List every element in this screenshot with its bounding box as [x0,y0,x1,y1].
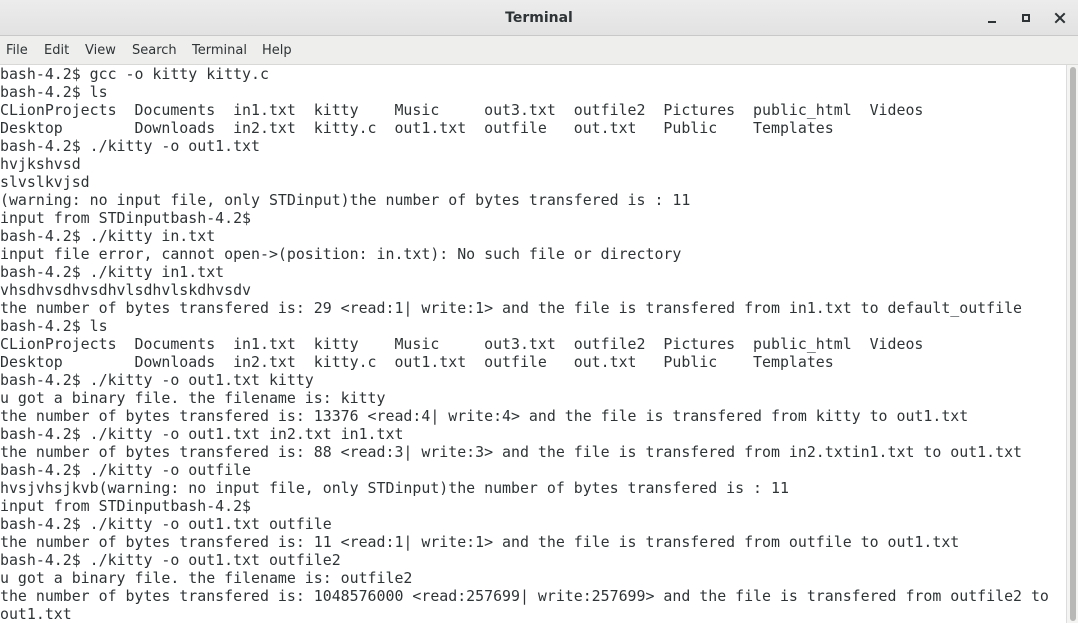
scrollbar-thumb[interactable] [1070,67,1076,621]
menu-help[interactable]: Help [262,36,292,65]
terminal-output[interactable]: bash-4.2$ gcc -o kitty kitty.c bash-4.2$… [0,65,1066,623]
terminal-line: input from STDinputbash-4.2$ [0,497,252,515]
terminal-line: u got a binary file. the filename is: ki… [0,389,386,407]
terminal-line: bash-4.2$ ./kitty -o out1.txt outfile2 [0,551,341,569]
terminal-line: Desktop Downloads in2.txt kitty.c out1.t… [0,353,834,371]
terminal-line: the number of bytes transfered is: 10485… [0,587,1049,605]
menu-terminal[interactable]: Terminal [192,36,247,65]
window-title: Terminal [505,10,573,26]
terminal-line: bash-4.2$ ./kitty -o out1.txt in2.txt in… [0,425,404,443]
maximize-icon [1022,14,1030,22]
terminal-line: bash-4.2$ ./kitty -o out1.txt [0,137,260,155]
terminal-line: the number of bytes transfered is: 29 <r… [0,299,1023,317]
terminal-line: (warning: no input file, only STDinput)t… [0,191,691,209]
title-bar[interactable]: Terminal [0,0,1078,36]
menu-file[interactable]: File [6,36,28,65]
terminal-line: vhsdhvsdhvsdhvlsdhvlskdhvsdv [0,281,252,299]
terminal-line: Desktop Downloads in2.txt kitty.c out1.t… [0,119,834,137]
minimize-icon [988,21,996,23]
terminal-line: bash-4.2$ ls [0,317,108,335]
maximize-button[interactable] [1012,4,1040,32]
menu-edit[interactable]: Edit [44,36,69,65]
menu-search[interactable]: Search [132,36,177,65]
terminal-line: CLionProjects Documents in1.txt kitty Mu… [0,101,924,119]
terminal-line: bash-4.2$ ./kitty in1.txt [0,263,225,281]
close-button[interactable] [1046,4,1074,32]
terminal-line: the number of bytes transfered is: 13376… [0,407,969,425]
terminal-line: bash-4.2$ ./kitty -o outfile [0,461,252,479]
menu-view[interactable]: View [85,36,116,65]
minimize-button[interactable] [978,4,1006,32]
terminal-line: hvjkshvsd [0,155,81,173]
terminal-line: bash-4.2$ ./kitty -o out1.txt outfile [0,515,332,533]
vertical-scrollbar[interactable] [1066,65,1078,623]
terminal-line: bash-4.2$ ./kitty in.txt [0,227,216,245]
terminal-line: bash-4.2$ ls [0,83,108,101]
terminal-line: input from STDinputbash-4.2$ [0,209,252,227]
terminal-line: CLionProjects Documents in1.txt kitty Mu… [0,335,924,353]
terminal-window: Terminal File Edit View Search Terminal … [0,0,1078,623]
terminal-line: input file error, cannot open->(position… [0,245,682,263]
menu-bar: File Edit View Search Terminal Help [0,36,1078,65]
terminal-line: out1.txt [0,605,72,623]
terminal-line: bash-4.2$ gcc -o kitty kitty.c [0,65,269,83]
terminal-line: slvslkvjsd [0,173,90,191]
close-icon [1054,12,1066,24]
terminal-line: u got a binary file. the filename is: ou… [0,569,413,587]
terminal-line: the number of bytes transfered is: 88 <r… [0,443,1023,461]
terminal-line: hvsjvhsjkvb(warning: no input file, only… [0,479,789,497]
terminal-line: bash-4.2$ ./kitty -o out1.txt kitty [0,371,314,389]
terminal-line: the number of bytes transfered is: 11 <r… [0,533,960,551]
